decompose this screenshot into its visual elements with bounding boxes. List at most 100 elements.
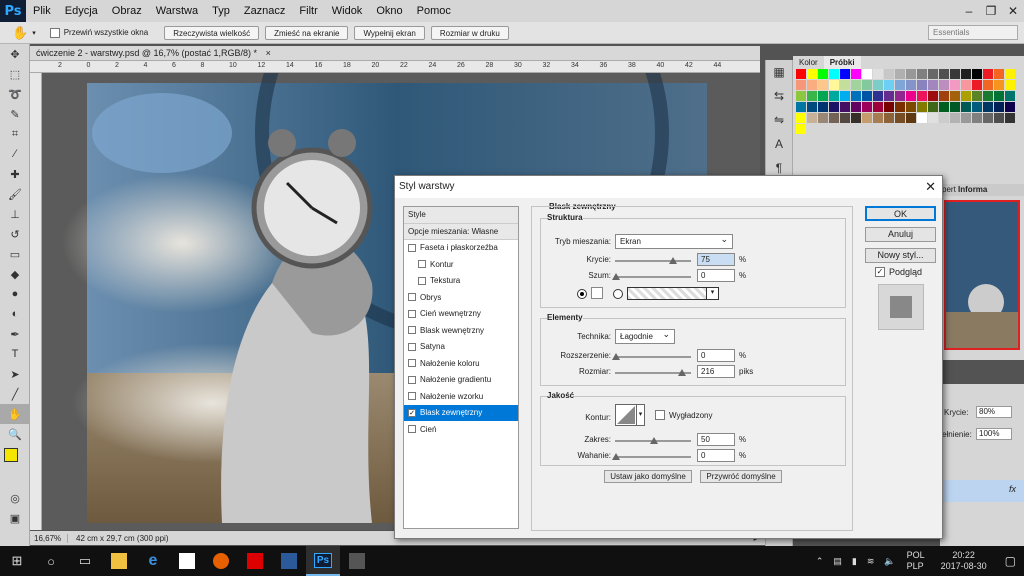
style-item-0[interactable]: Style xyxy=(404,207,518,224)
color-swatch[interactable] xyxy=(928,102,938,112)
close-icon[interactable]: ✕ xyxy=(1002,4,1024,18)
color-swatch[interactable] xyxy=(873,80,883,90)
color-swatch[interactable] xyxy=(895,102,905,112)
zoom-level[interactable]: 16,67% xyxy=(30,533,68,543)
clock[interactable]: 20:22 2017-08-30 xyxy=(941,550,987,572)
opacity-slider-thumb[interactable] xyxy=(669,257,677,264)
hand-tool-icon[interactable]: ✋ xyxy=(0,404,30,424)
style-checkbox[interactable] xyxy=(408,425,416,434)
adjust-panel-icon[interactable]: ⇆ xyxy=(766,84,792,108)
color-swatch[interactable] xyxy=(950,91,960,101)
style-checkbox[interactable] xyxy=(418,260,426,269)
color-swatch[interactable] xyxy=(961,80,971,90)
color-swatch[interactable] xyxy=(807,113,817,123)
style-item-8[interactable]: Satyna xyxy=(404,339,518,356)
color-swatch[interactable] xyxy=(1005,80,1015,90)
size-input[interactable]: 216 xyxy=(697,365,735,378)
style-item-1[interactable]: Opcje mieszania: Własne xyxy=(404,223,518,240)
actual-pixels-button[interactable]: Rzeczywista wielkość xyxy=(164,25,260,40)
fit-screen-button[interactable]: Zmieść na ekranie xyxy=(265,25,349,40)
color-swatch[interactable] xyxy=(950,102,960,112)
color-swatch[interactable] xyxy=(884,80,894,90)
color-swatch[interactable] xyxy=(950,113,960,123)
color-swatch[interactable] xyxy=(807,69,817,79)
style-checkbox[interactable]: ✓ xyxy=(408,408,416,417)
tray-chevron-icon[interactable]: ⌃ xyxy=(816,556,824,567)
volume-icon[interactable]: 🔈 xyxy=(884,556,895,567)
color-swatch[interactable] xyxy=(829,69,839,79)
color-swatch[interactable] xyxy=(917,113,927,123)
color-swatch[interactable] xyxy=(983,113,993,123)
color-swatch[interactable] xyxy=(796,80,806,90)
size-slider[interactable] xyxy=(615,369,691,376)
menu-4[interactable]: Typ xyxy=(205,5,237,17)
color-swatch[interactable] xyxy=(994,91,1004,101)
color-swatch[interactable] xyxy=(917,69,927,79)
color-swatch[interactable] xyxy=(939,91,949,101)
color-swatch[interactable] xyxy=(829,113,839,123)
document-tab[interactable]: ćwiczenie 2 - warstwy.psd @ 16,7% (posta… xyxy=(30,46,760,61)
battery-icon[interactable]: ▮ xyxy=(852,556,857,567)
color-swatch[interactable] xyxy=(972,80,982,90)
wifi-icon[interactable]: ≋ xyxy=(867,556,875,567)
workspace-select[interactable]: Essentials xyxy=(928,25,1018,40)
color-swatch[interactable] xyxy=(906,91,916,101)
language-indicator[interactable]: POL PLP xyxy=(907,550,925,572)
color-swatch[interactable] xyxy=(862,69,872,79)
menu-8[interactable]: Okno xyxy=(369,5,409,17)
close-doc-icon[interactable]: × xyxy=(266,48,271,58)
color-swatch[interactable] xyxy=(840,80,850,90)
style-item-9[interactable]: Nałożenie koloru xyxy=(404,356,518,372)
color-swatch[interactable] xyxy=(961,102,971,112)
color-swatch[interactable] xyxy=(1005,102,1015,112)
color-swatch[interactable] xyxy=(972,102,982,112)
path-select-tool-icon[interactable]: ➤ xyxy=(0,364,30,384)
menu-3[interactable]: Warstwa xyxy=(149,5,205,17)
style-item-4[interactable]: Tekstura xyxy=(404,273,518,290)
style-checkbox[interactable] xyxy=(408,326,416,335)
contour-picker[interactable]: ▾ xyxy=(615,404,645,426)
color-swatch[interactable] xyxy=(972,113,982,123)
color-swatch[interactable] xyxy=(906,80,916,90)
task-view-icon[interactable]: ▭ xyxy=(68,546,102,576)
notifications-icon[interactable]: ▢ xyxy=(1005,554,1016,568)
color-swatch[interactable] xyxy=(840,113,850,123)
color-swatch[interactable] xyxy=(818,113,828,123)
color-swatch[interactable] xyxy=(796,124,806,134)
color-swatch[interactable] xyxy=(818,102,828,112)
color-swatch[interactable] xyxy=(928,80,938,90)
color-swatch[interactable] xyxy=(796,91,806,101)
color-swatch[interactable] xyxy=(1005,69,1015,79)
color-swatch[interactable] xyxy=(895,113,905,123)
history-panel-icon[interactable]: ▦ xyxy=(766,60,792,84)
color-swatch[interactable] xyxy=(873,91,883,101)
color-swatch[interactable] xyxy=(818,80,828,90)
store-icon[interactable] xyxy=(170,546,204,576)
color-swatch[interactable] xyxy=(895,80,905,90)
crop-tool-icon[interactable]: ⌗ xyxy=(0,124,30,144)
antialias-option[interactable]: Wygładzony xyxy=(655,410,713,420)
network-icon[interactable]: ▤ xyxy=(833,556,842,567)
range-slider[interactable] xyxy=(615,437,691,444)
style-checkbox[interactable] xyxy=(408,342,416,351)
quick-mask-icon[interactable]: ◎ xyxy=(0,488,30,508)
maximize-icon[interactable]: ❐ xyxy=(980,4,1002,18)
opacity-input[interactable]: 75 xyxy=(697,253,735,266)
foreground-color[interactable] xyxy=(4,448,18,462)
color-swatch[interactable] xyxy=(917,102,927,112)
edge-icon[interactable]: e xyxy=(136,546,170,576)
color-swatch[interactable] xyxy=(928,91,938,101)
new-style-button[interactable]: Nowy styl... xyxy=(865,248,936,263)
color-swatch[interactable] xyxy=(961,69,971,79)
color-radio[interactable] xyxy=(577,289,587,299)
style-checkbox[interactable] xyxy=(408,375,416,384)
brush-tool-icon[interactable]: 🖌 xyxy=(0,184,30,204)
color-swatch[interactable] xyxy=(983,91,993,101)
glow-color-swatch[interactable] xyxy=(591,287,603,299)
color-swatch[interactable] xyxy=(807,80,817,90)
blur-tool-icon[interactable]: ● xyxy=(0,284,30,304)
quick-select-tool-icon[interactable]: ✎ xyxy=(0,104,30,124)
color-swatch[interactable] xyxy=(917,80,927,90)
properties-panel-icon[interactable]: ⇋ xyxy=(766,108,792,132)
menu-9[interactable]: Pomoc xyxy=(410,5,458,17)
